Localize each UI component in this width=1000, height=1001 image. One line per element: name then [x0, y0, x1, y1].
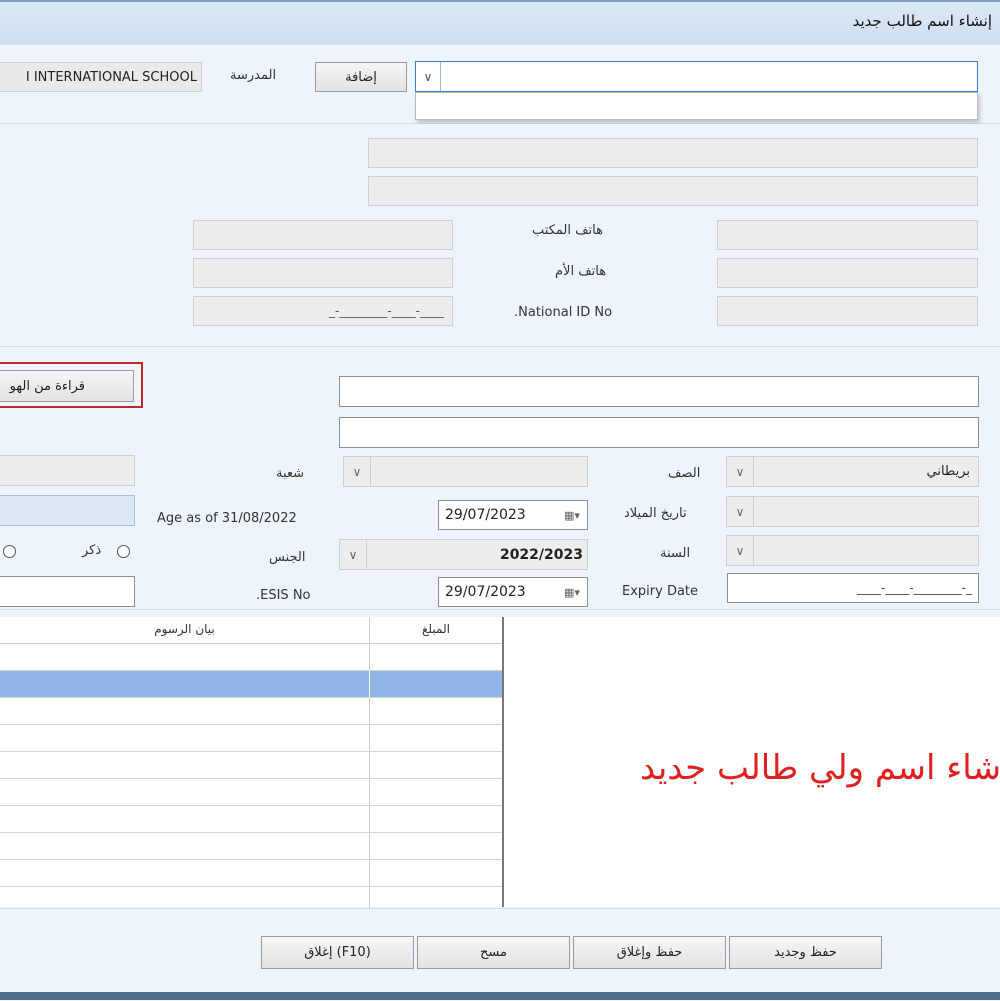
table-row[interactable] [0, 806, 502, 833]
table-row[interactable] [0, 833, 502, 860]
student-name-field-2[interactable] [339, 417, 979, 448]
table-row[interactable] [0, 779, 502, 806]
age-label: Age as of 31/08/2022 [157, 511, 297, 526]
office-phone-field-2[interactable] [193, 220, 453, 250]
mother-phone-label: هاتف الأم [555, 264, 607, 279]
year-dropdown-left[interactable]: ∨ [726, 535, 979, 566]
section-dropdown[interactable]: ∨ [343, 456, 588, 487]
add-school-button[interactable]: إضافة [315, 62, 407, 92]
birth-dropdown[interactable]: ∨ [726, 496, 979, 527]
title-bar [0, 0, 1000, 47]
school-dropdown-list[interactable] [415, 92, 978, 120]
national-id-field[interactable]: _-________-____-____ [193, 296, 453, 326]
table-row[interactable] [0, 698, 502, 725]
national-id-label: .National ID No [514, 305, 613, 320]
chevron-down-icon[interactable]: ∨ [344, 457, 371, 486]
window-title: إنشاء اسم طالب جديد [852, 12, 992, 30]
national-id-field-right[interactable] [717, 296, 978, 326]
year-dropdown[interactable]: ∨ 2022/2023 [339, 539, 588, 570]
chevron-down-icon[interactable]: ∨ [727, 457, 754, 486]
mother-phone-field[interactable] [717, 258, 978, 288]
grade-dropdown[interactable]: ∨ بريطاني [726, 456, 979, 487]
save-close-button[interactable]: حفظ وإغلاق [573, 936, 726, 969]
expiry-date-picker[interactable]: 29/07/2023 ▦▾ [438, 577, 588, 607]
section-field[interactable] [0, 455, 135, 486]
gender-label: الجنس [269, 550, 306, 565]
birthdate-label: تاريخ الميلاد [624, 506, 687, 521]
office-phone-label: هاتف المكتب [532, 223, 603, 238]
fees-grid-header: بيان الرسوم المبلغ [0, 617, 502, 644]
male-label: ذكر [82, 543, 102, 558]
chevron-down-icon[interactable]: ∨ [416, 62, 441, 91]
female-radio[interactable] [3, 545, 16, 558]
school-combo[interactable]: ∨ [415, 61, 978, 92]
chevron-down-icon[interactable]: ∨ [727, 536, 754, 565]
table-row[interactable] [0, 644, 502, 671]
chevron-down-icon[interactable]: ∨ [727, 497, 754, 526]
office-phone-field[interactable] [717, 220, 978, 250]
fees-grid[interactable]: بيان الرسوم المبلغ [0, 617, 504, 914]
bottom-border [0, 992, 1000, 1000]
annotation-note: شاء اسم ولي طالب جديد [640, 748, 1000, 788]
esis-field[interactable] [0, 576, 135, 607]
name-field-1[interactable] [368, 138, 978, 168]
esis-label: .ESIS No [256, 588, 311, 603]
mother-phone-field-2[interactable] [193, 258, 453, 288]
expiry-id-field[interactable]: ____-____-________-_ [727, 573, 979, 603]
column-header-amount[interactable]: المبلغ [370, 622, 502, 636]
birthdate-picker[interactable]: 29/07/2023 ▦▾ [438, 500, 588, 530]
year-label: السنة [660, 546, 691, 561]
table-row[interactable] [0, 752, 502, 779]
expiry-date-label: Expiry Date [622, 584, 699, 599]
school-label: المدرسة [230, 68, 277, 83]
grade-label: الصف [668, 466, 701, 481]
chevron-down-icon[interactable]: ∨ [340, 540, 367, 569]
clear-button[interactable]: مسح [417, 936, 570, 969]
save-new-button[interactable]: حفظ وجديد [729, 936, 882, 969]
table-row-selected[interactable] [0, 671, 502, 698]
age-field[interactable] [0, 495, 135, 526]
table-row[interactable] [0, 860, 502, 887]
calendar-icon[interactable]: ▦▾ [557, 586, 587, 599]
school-name-field: I INTERNATIONAL SCHOOL [0, 62, 202, 92]
column-header-description[interactable]: بيان الرسوم [0, 622, 369, 636]
student-name-field-1[interactable] [339, 376, 979, 407]
table-row[interactable] [0, 725, 502, 752]
section-label: شعبة [276, 466, 305, 481]
male-radio[interactable] [117, 545, 130, 558]
calendar-icon[interactable]: ▦▾ [557, 509, 587, 522]
read-from-id-button[interactable]: قراءة من الهو [0, 370, 134, 402]
close-button[interactable]: إغلاق (F10) [261, 936, 414, 969]
name-field-2[interactable] [368, 176, 978, 206]
